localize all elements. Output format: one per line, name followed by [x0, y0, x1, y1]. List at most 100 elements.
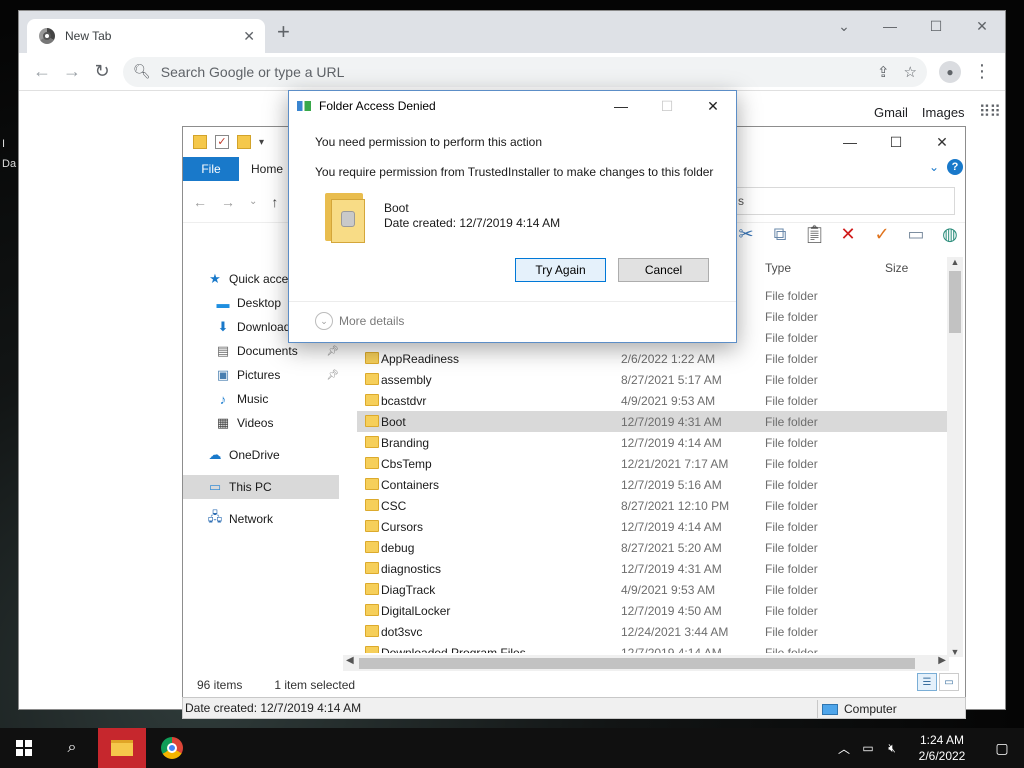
- images-link[interactable]: Images: [922, 105, 965, 120]
- forward-button[interactable]: →: [57, 57, 87, 87]
- scroll-left-arrow-icon[interactable]: ◀: [346, 655, 354, 666]
- table-row[interactable]: DigitalLocker 12/7/2019 4:50 AM File folde…: [357, 600, 951, 621]
- tab-search-icon[interactable]: ⌄: [821, 11, 867, 41]
- gmail-link[interactable]: Gmail: [874, 105, 908, 120]
- cancel-button[interactable]: Cancel: [618, 258, 709, 282]
- file-name: AppReadiness: [381, 352, 460, 366]
- minimize-button[interactable]: —: [598, 91, 644, 121]
- bookmark-star-icon[interactable]: ☆: [904, 63, 917, 81]
- help-icon[interactable]: ?: [947, 159, 963, 175]
- search-icon[interactable]: ⌕: [48, 728, 96, 768]
- details-strip: Date created: 12/7/2019 4:14 AM Computer: [182, 697, 966, 719]
- customize-quick-access-icon[interactable]: ▾: [259, 137, 264, 148]
- properties-icon[interactable]: ▭: [905, 224, 927, 245]
- table-row[interactable]: Branding 12/7/2019 4:14 AM File folder: [357, 432, 951, 453]
- paste-clipboard-icon[interactable]: 📋︎: [803, 224, 826, 245]
- close-window-button[interactable]: ✕: [959, 11, 1005, 41]
- selection-count: 1 item selected: [274, 678, 356, 692]
- sidebar-item-onedrive[interactable]: ☁ OneDrive: [183, 443, 343, 467]
- table-row[interactable]: Containers 12/7/2019 5:16 AM File folder: [357, 474, 951, 495]
- sidebar-item-network[interactable]: 🖧︎ Network: [183, 507, 343, 531]
- tab-home[interactable]: Home: [239, 157, 295, 181]
- sidebar-item-music[interactable]: ♪ Music: [183, 387, 343, 411]
- forward-arrow-icon[interactable]: →: [221, 194, 235, 210]
- maximize-button[interactable]: ☐: [873, 127, 919, 157]
- folder-icon: [365, 478, 379, 490]
- scrollbar-thumb[interactable]: [359, 658, 915, 669]
- properties-check-icon[interactable]: ✓: [215, 135, 229, 149]
- recent-locations-icon[interactable]: ⌄: [249, 196, 257, 207]
- maximize-button[interactable]: ☐: [913, 11, 959, 41]
- sidebar-item-label: Documents: [237, 344, 298, 358]
- address-bar[interactable]: 🔍︎ Search Google or type a URL ⇪ ☆: [123, 56, 927, 87]
- chrome-icon: [161, 737, 183, 759]
- sidebar-item-label: Pictures: [237, 368, 281, 382]
- table-row[interactable]: debug 8/27/2021 5:20 AM File folder: [357, 537, 951, 558]
- file-type: File folder: [765, 394, 818, 408]
- start-button[interactable]: [0, 728, 48, 768]
- scroll-up-arrow-icon[interactable]: ▲: [947, 257, 963, 267]
- scroll-down-arrow-icon[interactable]: ▼: [947, 647, 963, 657]
- details-view-icon[interactable]: ☰: [917, 673, 937, 691]
- scrollbar-thumb[interactable]: [949, 271, 961, 333]
- column-header-size[interactable]: Size: [885, 261, 908, 275]
- new-folder-icon[interactable]: [237, 135, 251, 149]
- delete-x-icon[interactable]: ✕: [837, 224, 859, 245]
- sidebar-item-this-pc[interactable]: ▭ This PC: [183, 475, 339, 499]
- network-icon[interactable]: ▭: [856, 741, 880, 755]
- close-window-button[interactable]: ✕: [919, 127, 965, 157]
- table-row[interactable]: CbsTemp 12/21/2021 7:17 AM File folder: [357, 453, 951, 474]
- tab-file[interactable]: File: [183, 157, 239, 181]
- large-icons-view-icon[interactable]: ▭: [939, 673, 959, 691]
- notification-icon[interactable]: ▢: [980, 740, 1024, 757]
- more-details-toggle[interactable]: ⌄ More details: [315, 312, 404, 330]
- cut-scissors-icon[interactable]: ✂: [735, 224, 757, 245]
- expand-ribbon-icon[interactable]: ⌄: [929, 160, 939, 174]
- scroll-right-arrow-icon[interactable]: ▶: [938, 655, 946, 666]
- table-row[interactable]: diagnostics 12/7/2019 4:31 AM File folder: [357, 558, 951, 579]
- globe-icon[interactable]: ◍: [939, 224, 961, 245]
- try-again-button[interactable]: Try Again: [515, 258, 606, 282]
- reload-button[interactable]: ↻: [87, 57, 117, 87]
- taskbar-chrome[interactable]: [148, 728, 196, 768]
- back-button[interactable]: ←: [27, 57, 57, 87]
- table-row[interactable]: Downloaded Program Files 12/7/2019 4:14 A…: [357, 642, 951, 653]
- checkmark-icon[interactable]: ✓: [871, 224, 893, 245]
- profile-avatar-icon[interactable]: ●: [939, 60, 961, 83]
- close-dialog-button[interactable]: ✕: [690, 91, 736, 121]
- folder-icon: [365, 625, 379, 637]
- horizontal-scrollbar[interactable]: ◀ ▶: [343, 655, 949, 671]
- new-tab-button[interactable]: +: [277, 21, 290, 43]
- menu-kebab-icon[interactable]: ⋮: [967, 57, 997, 87]
- apps-grid-icon[interactable]: ⠿⠿: [979, 102, 1001, 122]
- volume-muted-icon[interactable]: 🔇︎: [880, 741, 904, 756]
- chrome-tab-strip: New Tab ✕ + ⌄ — ☐ ✕: [19, 11, 1005, 53]
- sidebar-item-pictures[interactable]: ▣ Pictures 📌︎: [183, 363, 343, 387]
- address-bar-placeholder: Search Google or type a URL: [160, 63, 345, 80]
- minimize-button[interactable]: —: [867, 11, 913, 41]
- sidebar-item-videos[interactable]: ▦ Videos: [183, 411, 343, 435]
- table-row[interactable]: DiagTrack 4/9/2021 9:53 AM File folder: [357, 579, 951, 600]
- minimize-button[interactable]: —: [827, 127, 873, 157]
- clock[interactable]: 1:24 AM 2/6/2022: [904, 732, 980, 764]
- table-row[interactable]: Cursors 12/7/2019 4:14 AM File folder: [357, 516, 951, 537]
- close-tab-icon[interactable]: ✕: [243, 28, 255, 45]
- column-header-type[interactable]: Type: [765, 261, 791, 275]
- table-row[interactable]: CSC 8/27/2021 12:10 PM File folder: [357, 495, 951, 516]
- chrome-tab[interactable]: New Tab ✕: [27, 19, 265, 53]
- table-row[interactable]: Boot 12/7/2019 4:31 AM File folder: [357, 411, 951, 432]
- copy-icon[interactable]: ⧉: [769, 224, 791, 245]
- table-row[interactable]: dot3svc 12/24/2021 3:44 AM File folder: [357, 621, 951, 642]
- table-row[interactable]: bcastdvr 4/9/2021 9:53 AM File folder: [357, 390, 951, 411]
- search-box[interactable]: s: [731, 187, 955, 215]
- search-icon: 🔍︎: [133, 63, 151, 79]
- chevron-up-icon[interactable]: ︿: [832, 740, 856, 757]
- taskbar-file-explorer[interactable]: [98, 728, 146, 768]
- up-arrow-icon[interactable]: ↑: [271, 194, 278, 210]
- table-row[interactable]: AppReadiness 2/6/2022 1:22 AM File folder: [357, 348, 951, 369]
- google-top-links: Gmail Images ⠿⠿: [874, 102, 1001, 122]
- back-arrow-icon[interactable]: ←: [193, 194, 207, 210]
- table-row[interactable]: assembly 8/27/2021 5:17 AM File folder: [357, 369, 951, 390]
- vertical-scrollbar[interactable]: ▲ ▼: [947, 257, 963, 657]
- share-icon[interactable]: ⇪: [877, 63, 890, 81]
